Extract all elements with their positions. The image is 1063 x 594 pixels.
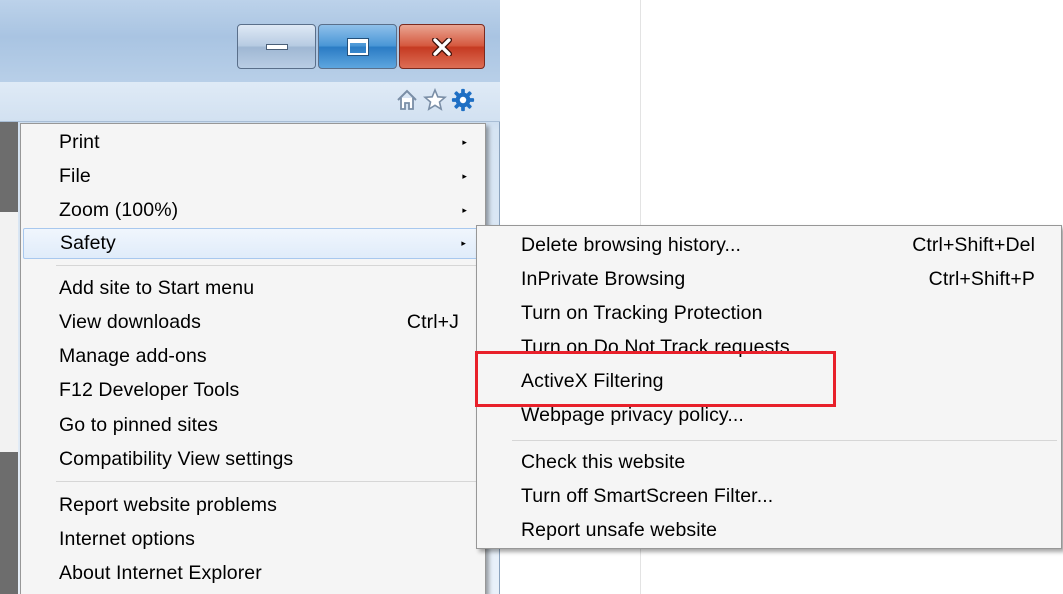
menu-item-view-downloads[interactable]: View downloads Ctrl+J — [23, 307, 483, 338]
minimize-icon — [265, 43, 288, 50]
submenu-arrow-icon: ▸ — [462, 171, 467, 181]
menu-item-safety[interactable]: Safety ▸ — [23, 228, 483, 259]
toolbar-icons — [395, 87, 475, 113]
menu-item-manage-add-ons[interactable]: Manage add-ons — [23, 341, 483, 372]
tools-menu: Print ▸ File ▸ Zoom (100%) ▸ Safety ▸ Ad… — [20, 123, 486, 594]
menu-item-go-to-pinned-sites[interactable]: Go to pinned sites — [23, 410, 483, 441]
submenu-item-inprivate-browsing[interactable]: InPrivate Browsing Ctrl+Shift+P — [479, 264, 1059, 295]
menu-item-internet-options[interactable]: Internet options — [23, 524, 483, 555]
page-content-edge — [0, 122, 18, 594]
submenu-item-check-this-website[interactable]: Check this website — [479, 447, 1059, 478]
submenu-item-tracking-protection[interactable]: Turn on Tracking Protection — [479, 298, 1059, 329]
close-icon — [432, 37, 452, 56]
maximize-button[interactable] — [318, 24, 397, 69]
submenu-item-delete-browsing-history[interactable]: Delete browsing history... Ctrl+Shift+De… — [479, 230, 1059, 261]
submenu-item-report-unsafe-website[interactable]: Report unsafe website — [479, 515, 1059, 546]
submenu-item-activex-filtering[interactable]: ActiveX Filtering — [479, 366, 1059, 397]
submenu-item-webpage-privacy-policy[interactable]: Webpage privacy policy... — [479, 400, 1059, 431]
maximize-icon — [347, 38, 368, 55]
close-button[interactable] — [399, 24, 485, 69]
menu-item-report-website-problems[interactable]: Report website problems — [23, 490, 483, 521]
tools-gear-icon[interactable] — [451, 87, 475, 113]
submenu-arrow-icon: ▸ — [462, 205, 467, 215]
favorites-star-icon[interactable] — [423, 87, 447, 113]
submenu-item-do-not-track[interactable]: Turn on Do Not Track requests — [479, 332, 1059, 363]
minimize-button[interactable] — [237, 24, 316, 69]
menu-separator — [56, 481, 481, 482]
menu-item-about-internet-explorer[interactable]: About Internet Explorer — [23, 558, 483, 589]
submenu-item-smartscreen-filter[interactable]: Turn off SmartScreen Filter... — [479, 481, 1059, 512]
menu-item-file[interactable]: File ▸ — [23, 161, 483, 192]
submenu-arrow-icon: ▸ — [461, 238, 466, 248]
menu-separator — [56, 265, 481, 266]
safety-submenu: Delete browsing history... Ctrl+Shift+De… — [476, 225, 1062, 549]
menu-item-print[interactable]: Print ▸ — [23, 127, 483, 158]
home-icon[interactable] — [395, 87, 419, 113]
shortcut-label: Ctrl+Shift+P — [928, 268, 1035, 290]
menu-item-f12-developer-tools[interactable]: F12 Developer Tools — [23, 375, 483, 406]
menu-item-compatibility-view-settings[interactable]: Compatibility View settings — [23, 444, 483, 475]
menu-item-add-site-to-start-menu[interactable]: Add site to Start menu — [23, 273, 483, 304]
menu-item-zoom[interactable]: Zoom (100%) ▸ — [23, 195, 483, 226]
submenu-arrow-icon: ▸ — [462, 137, 467, 147]
menu-separator — [512, 440, 1057, 441]
shortcut-label: Ctrl+J — [406, 311, 459, 333]
shortcut-label: Ctrl+Shift+Del — [912, 234, 1035, 256]
